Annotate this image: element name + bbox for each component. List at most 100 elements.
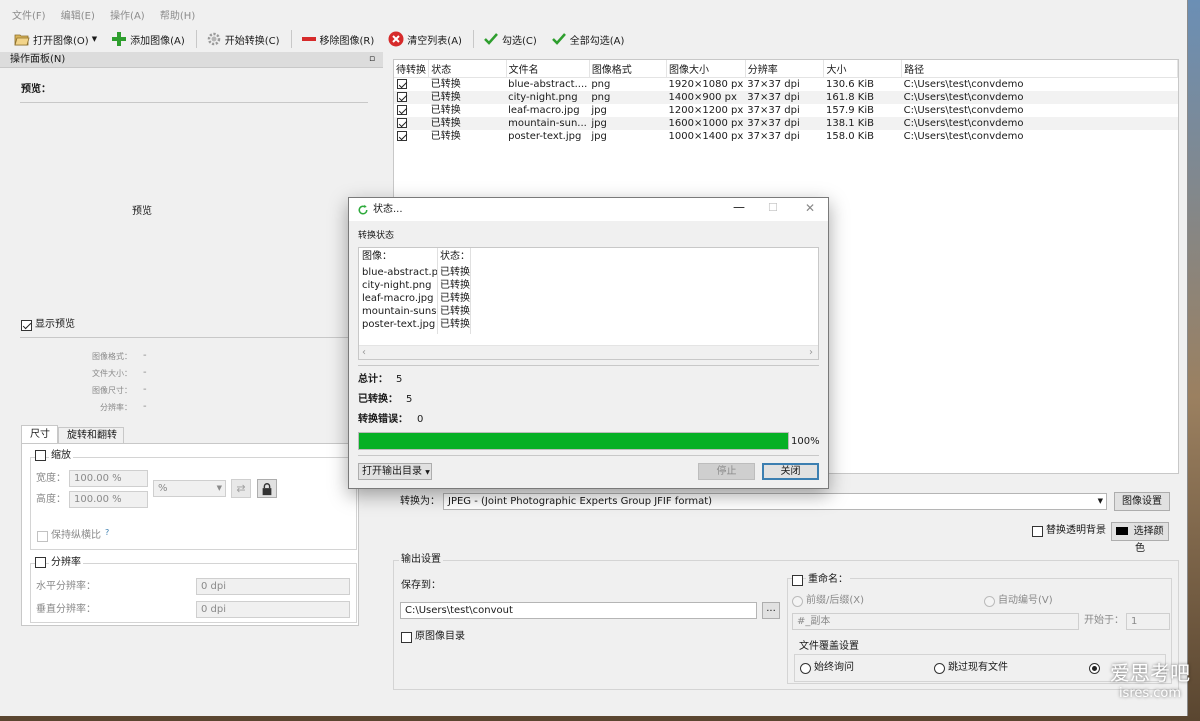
check-all-button[interactable]: 全部勾选(A) xyxy=(545,29,631,49)
height-input[interactable]: 100.00 % xyxy=(69,491,148,508)
column-header[interactable]: 文件名 xyxy=(506,60,590,78)
horizontal-scrollbar[interactable]: ‹ › xyxy=(359,345,818,359)
help-link[interactable]: ? xyxy=(105,526,109,540)
check-button[interactable]: 勾选(C) xyxy=(477,29,543,49)
cell-bytes: 161.8 KiB xyxy=(825,91,874,103)
column-divider xyxy=(470,248,471,334)
maximize-icon[interactable]: ☐ xyxy=(768,201,778,215)
output-path-input[interactable]: C:\Users\test\convout xyxy=(400,602,757,619)
prefix-suffix-radio[interactable] xyxy=(792,596,803,607)
scroll-right-icon[interactable]: › xyxy=(809,346,813,359)
start-at-input[interactable]: 1 xyxy=(1126,613,1170,630)
table-row[interactable]: 已转换 mountain-sun... jpg 1600×1000 px 37×37 d… xyxy=(394,116,1178,130)
skip-existing-radio[interactable] xyxy=(934,663,945,674)
rename-checkbox[interactable] xyxy=(792,575,803,586)
cell-name: city-night.png xyxy=(508,91,578,103)
close-icon[interactable]: ✕ xyxy=(805,201,815,215)
always-ask-radio[interactable] xyxy=(800,663,811,674)
clear-list-label: 清空列表(A) xyxy=(407,35,462,47)
dropdown-arrow-icon[interactable]: ▼ xyxy=(92,35,97,43)
status-item-status: 已转换 xyxy=(440,306,470,317)
row-checkbox[interactable] xyxy=(397,79,407,89)
open-output-dir-button[interactable]: 打开输出目录 ▼ xyxy=(358,463,432,480)
show-preview-checkbox[interactable] xyxy=(21,320,32,331)
open-image-button[interactable]: 打开图像(O) ▼ xyxy=(8,29,103,49)
name-pattern-input[interactable]: #_副本 xyxy=(792,613,1079,630)
column-header[interactable]: 待转换 xyxy=(394,60,430,78)
menu-file[interactable]: 文件(F) xyxy=(0,8,52,26)
start-convert-label: 开始转换(C) xyxy=(224,35,280,47)
format-select[interactable]: JPEG - (Joint Photographic Experts Group… xyxy=(443,493,1107,510)
status-item-status: 已转换 xyxy=(440,319,470,330)
row-checkbox[interactable] xyxy=(397,118,407,128)
tab-size[interactable]: 尺寸 xyxy=(21,425,58,444)
column-header[interactable]: 路径 xyxy=(901,60,1178,78)
column-header[interactable]: 大小 xyxy=(823,60,903,78)
errors-value: 0 xyxy=(417,414,424,425)
column-header[interactable]: 状态 xyxy=(428,60,507,78)
v-resolution-input[interactable]: 0 dpi xyxy=(196,601,350,618)
orig-dir-checkbox[interactable] xyxy=(401,632,412,643)
progress-bar xyxy=(358,432,789,450)
h-resolution-input[interactable]: 0 dpi xyxy=(196,578,350,595)
menu-action[interactable]: 操作(A) xyxy=(104,8,151,26)
column-header[interactable]: 分辨率 xyxy=(745,60,825,78)
pick-color-button[interactable]: 选择颜色 xyxy=(1111,522,1169,554)
table-row[interactable]: 已转换 poster-text.jpg jpg 1000×1400 px 37×37 d… xyxy=(394,129,1178,143)
col-status-header: 状态： xyxy=(440,251,470,262)
table-row[interactable]: 已转换 city-night.png png 1400×900 px 37×37 dpi… xyxy=(394,90,1178,104)
menu-help[interactable]: 帮助(H) xyxy=(154,8,201,26)
column-header[interactable]: 图像格式 xyxy=(589,60,668,78)
toolbar-separator xyxy=(472,30,474,48)
keep-ratio-checkbox[interactable] xyxy=(37,531,48,542)
total-value: 5 xyxy=(396,374,403,385)
overwrite-radio[interactable] xyxy=(1089,663,1100,674)
replace-bg-checkbox[interactable] xyxy=(1032,526,1043,537)
resolution-checkbox[interactable] xyxy=(35,557,46,568)
lock-icon xyxy=(262,483,272,496)
menu-edit[interactable]: 编辑(E) xyxy=(55,8,101,26)
dialog-divider xyxy=(358,365,819,366)
minimize-icon[interactable]: — xyxy=(733,200,745,214)
v-resolution-value: 0 dpi xyxy=(201,604,227,615)
info-format-value: - xyxy=(143,350,147,361)
resize-checkbox[interactable] xyxy=(35,450,46,461)
clear-list-button[interactable]: 清空列表(A) xyxy=(382,29,468,49)
start-at-label: 开始于： xyxy=(1084,615,1124,626)
image-settings-button[interactable]: 图像设置 xyxy=(1114,492,1170,511)
browse-button[interactable]: ... xyxy=(762,602,780,619)
scroll-left-icon[interactable]: ‹ xyxy=(362,346,366,359)
auto-number-radio[interactable] xyxy=(984,596,995,607)
lock-button[interactable] xyxy=(257,479,277,498)
column-header[interactable]: 图像大小 xyxy=(666,60,746,78)
cell-bytes: 157.9 KiB xyxy=(825,104,874,116)
info-filesize-value: - xyxy=(143,367,147,378)
close-button[interactable]: 关闭 xyxy=(762,463,819,480)
row-checkbox[interactable] xyxy=(397,105,407,115)
plus-icon xyxy=(112,32,127,46)
row-checkbox[interactable] xyxy=(397,92,407,102)
stop-button[interactable]: 停止 xyxy=(698,463,755,480)
height-value: 100.00 % xyxy=(74,494,122,505)
cell-path: C:\Users\test\convdemo xyxy=(903,78,1024,90)
start-convert-button[interactable]: 开始转换(C) xyxy=(200,29,286,49)
cell-bytes: 138.1 KiB xyxy=(825,117,874,129)
remove-image-button[interactable]: 移除图像(R) xyxy=(295,29,381,49)
clear-icon xyxy=(388,31,404,47)
table-row[interactable]: 已转换 leaf-macro.jpg jpg 1200×1200 px 37×37 dp… xyxy=(394,103,1178,117)
convert-settings: 转换为： JPEG - (Joint Photographic Experts … xyxy=(393,487,1179,554)
unit-select[interactable]: % ▼ xyxy=(153,480,226,497)
status-list[interactable]: 图像： 状态： blue-abstract.png已转换city-night.p… xyxy=(358,247,819,360)
browse-label: ... xyxy=(766,603,776,614)
table-row[interactable]: 已转换 blue-abstract.... png 1920×1080 px 37×37… xyxy=(394,77,1178,91)
row-checkbox[interactable] xyxy=(397,131,407,141)
tab-rotate-flip[interactable]: 旋转和翻转 xyxy=(58,427,124,444)
swap-button[interactable]: ⇄ xyxy=(231,479,251,498)
auto-number-label: 自动编号(V) xyxy=(998,595,1053,606)
width-input[interactable]: 100.00 % xyxy=(69,470,148,487)
show-preview-label: 显示预览 xyxy=(35,319,75,330)
restore-icon[interactable]: ▫ xyxy=(369,52,375,66)
add-image-button[interactable]: 添加图像(A) xyxy=(105,29,191,49)
cell-status: 已转换 xyxy=(430,104,461,116)
cell-path: C:\Users\test\convdemo xyxy=(903,104,1024,116)
